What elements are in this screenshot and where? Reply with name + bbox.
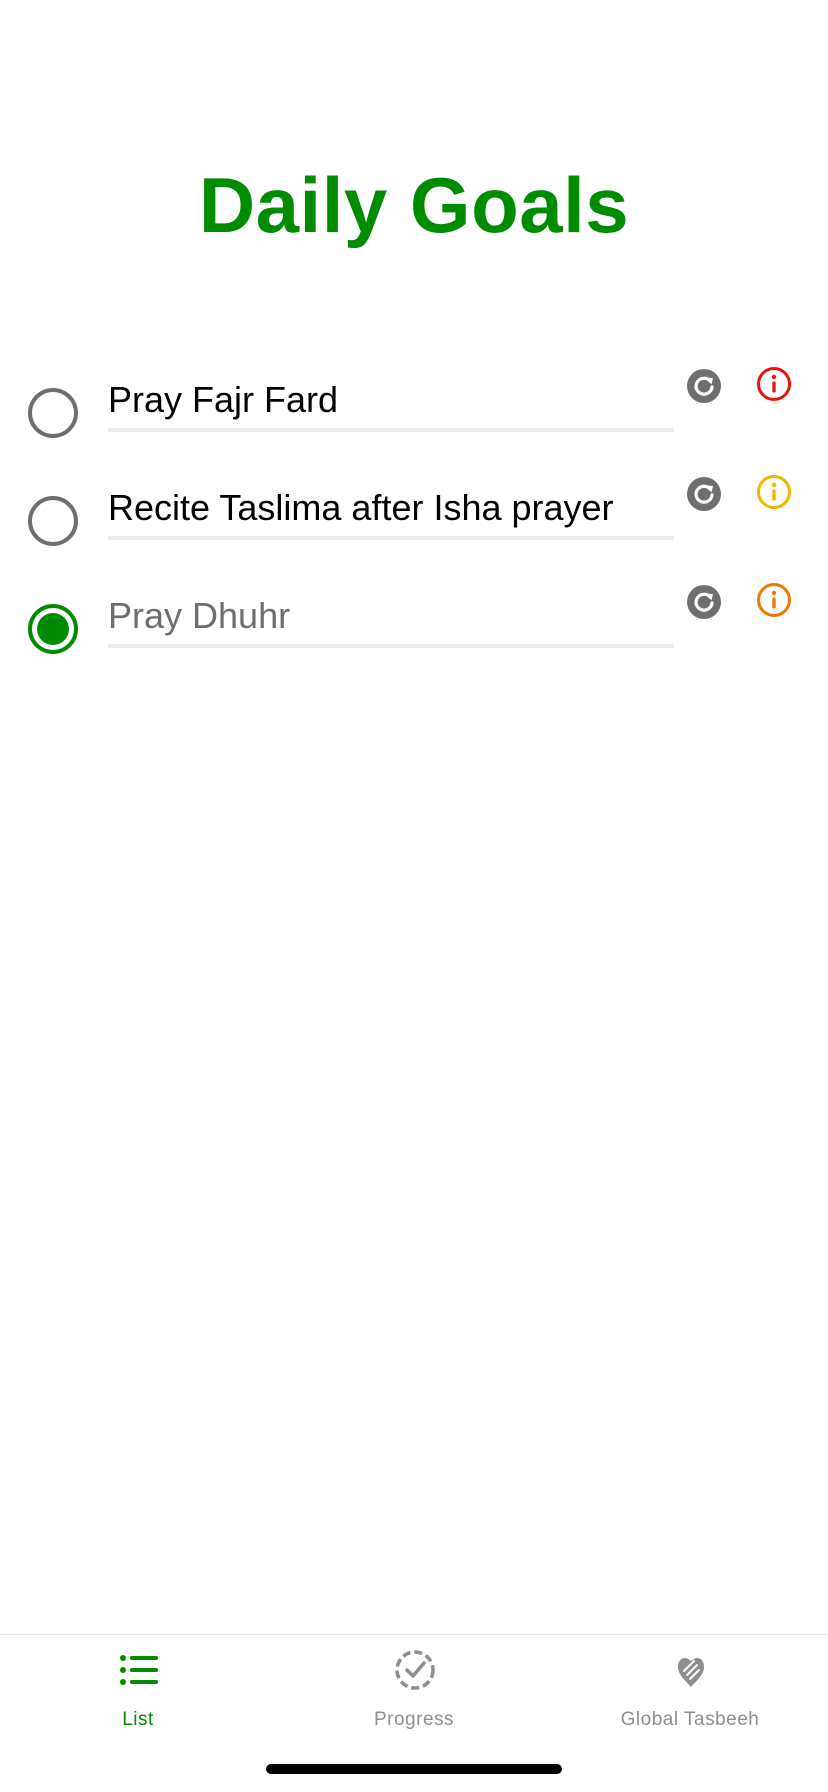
goal-row: Pray Dhuhr [0,576,828,676]
progress-check-icon [395,1650,435,1690]
tab-label: Global Tasbeeh [620,1709,760,1730]
refresh-icon[interactable] [686,476,722,512]
info-icon[interactable] [756,366,792,402]
tab-list[interactable]: List [0,1635,276,1745]
goal-row: Recite Taslima after Isha prayer [0,468,828,568]
tab-label: List [122,1709,154,1730]
tab-label: Progress [373,1709,455,1730]
info-icon[interactable] [756,474,792,510]
goal-checkbox[interactable] [28,388,78,438]
refresh-icon[interactable] [686,584,722,620]
daily-goals-screen: Daily Goals Pray Fajr Fard Recite Taslim… [0,0,828,1792]
goal-text-field[interactable]: Pray Fajr Fard [108,372,674,432]
goal-row: Pray Fajr Fard [0,360,828,460]
goal-text-field[interactable]: Recite Taslima after Isha prayer [108,480,674,540]
goal-text-field[interactable]: Pray Dhuhr [108,588,674,648]
goal-checkbox[interactable] [28,496,78,546]
tab-global-tasbeeh[interactable]: Global Tasbeeh [552,1635,828,1745]
refresh-icon[interactable] [686,368,722,404]
praying-hands-icon [678,1658,704,1687]
page-title: Daily Goals [198,161,630,249]
home-indicator [266,1764,562,1774]
tab-progress[interactable]: Progress [276,1635,552,1745]
goal-checkbox-checked[interactable] [28,604,78,654]
info-icon[interactable] [756,582,792,618]
list-icon [120,1655,158,1685]
